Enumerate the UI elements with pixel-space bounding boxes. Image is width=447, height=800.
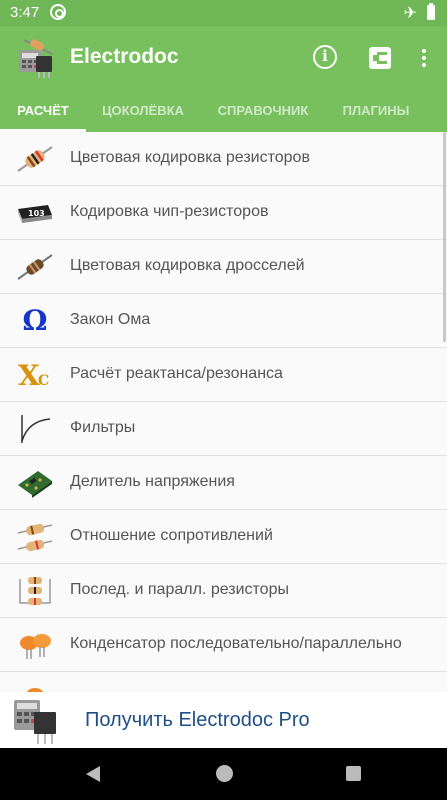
get-pro-label: Получить Electrodoc Pro [85,709,310,731]
tab-bar: РАСЧЁТ ЦОКОЛЁВКА СПРАВОЧНИК ПЛАГИНЫ [0,90,447,132]
get-pro-banner[interactable]: Получить Electrodoc Pro [0,692,447,748]
app-logo-icon [12,694,64,746]
tab-reference[interactable]: СПРАВОЧНИК [200,90,326,132]
recents-icon[interactable] [346,766,361,781]
list-item-voltage-divider[interactable]: Делитель напряжения [0,456,447,510]
app-bar: Electrodoc i [0,26,447,90]
list-item-chip-resistor-code[interactable]: 103 Кодировка чип-резисторов [0,186,447,240]
list-item-label: Расчёт реактанса/резонанса [70,365,283,382]
status-bar: 3:47 ✈ [0,0,447,26]
reactance-icon: X C [18,359,50,392]
resistors-ratio-icon [16,521,54,553]
list-item-ohms-law[interactable]: Ω Закон Ома [0,294,447,348]
app-title: Electrodoc [70,45,179,68]
home-icon[interactable] [216,765,233,782]
list-item-label: Цветовая кодировка дросселей [70,257,305,274]
app-logo-icon [16,36,60,80]
scrollbar[interactable] [443,132,446,342]
circuit-board-icon [16,467,54,499]
filter-curve-icon [16,413,54,445]
list-item-label: Цветовая кодировка резисторов [70,149,310,166]
list-item-label: Конденсатор последовательно/параллельно [70,635,402,652]
sync-icon [50,4,66,20]
plugin-icon[interactable] [363,41,397,75]
tab-plugins[interactable]: ПЛАГИНЫ [326,90,426,132]
list-item-label: Кодировка чип-резисторов [70,203,269,220]
list-item-resistance-ratio[interactable]: Отношение сопротивлений [0,510,447,564]
list-item-inductor-color-code[interactable]: Цветовая кодировка дросселей [0,240,447,294]
list-item-filters[interactable]: Фильтры [0,402,447,456]
status-time: 3:47 [10,4,40,21]
tab-pinouts[interactable]: ЦОКОЛЁВКА [86,90,200,132]
list-item-resistor-color-code[interactable]: Цветовая кодировка резисторов [0,132,447,186]
list-item-label: Фильтры [70,419,136,436]
list-item-label: Послед. и паралл. резисторы [70,581,289,598]
list-item-partial[interactable] [0,672,447,692]
list-item-capacitor-series-parallel[interactable]: Конденсатор последовательно/параллельно [0,618,447,672]
capacitor-icon [16,683,54,692]
system-nav-bar [0,748,447,800]
list-item-label: Отношение сопротивлений [70,527,273,544]
overflow-menu-icon[interactable] [407,41,441,75]
battery-icon [427,3,435,20]
list-item-reactance-resonance[interactable]: X C Расчёт реактанса/резонанса [0,348,447,402]
chip-code-text: 103 [28,209,45,218]
list-item-label: Делитель напряжения [70,473,235,490]
list-item-series-parallel-resistors[interactable]: Послед. и паралл. резисторы [0,564,447,618]
calculator-list: Цветовая кодировка резисторов 103 Кодиро… [0,132,447,692]
inductor-icon [16,251,54,283]
capacitor-icon [16,629,54,661]
omega-icon: Ω [22,304,48,337]
resistor-network-icon [16,575,54,607]
airplane-mode-icon: ✈ [403,5,417,22]
list-item-label: Закон Ома [70,311,151,328]
chip-resistor-icon: 103 [16,197,54,229]
info-icon[interactable]: i [309,41,343,75]
resistor-icon [16,143,54,175]
tab-calculation[interactable]: РАСЧЁТ [0,90,86,132]
back-icon[interactable] [86,766,100,782]
